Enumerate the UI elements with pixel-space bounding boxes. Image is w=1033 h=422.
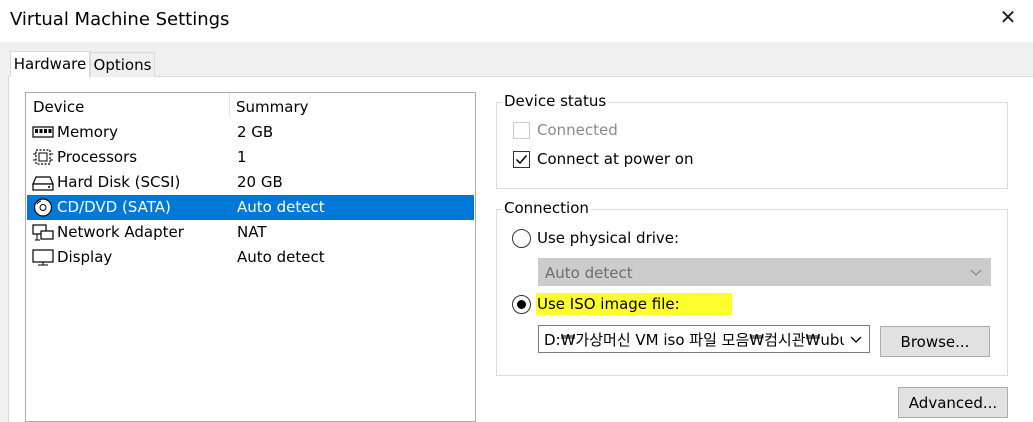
connected-checkbox[interactable] xyxy=(513,122,530,139)
browse-button[interactable]: Browse... xyxy=(880,326,990,357)
device-name: Memory xyxy=(57,123,119,141)
cd-dvd-icon xyxy=(33,198,53,217)
iso-image-label: Use ISO image file: xyxy=(536,293,732,315)
device-summary: 1 xyxy=(237,148,247,166)
radio-dot xyxy=(517,300,526,309)
device-list[interactable]: Device Summary Memory 2 GB Processors 1 … xyxy=(25,92,476,422)
hard-disk-icon xyxy=(32,176,54,191)
device-status-title: Device status xyxy=(502,92,609,110)
device-summary: Auto detect xyxy=(237,248,325,266)
iso-image-radio[interactable] xyxy=(512,295,531,314)
close-icon[interactable]: ✕ xyxy=(996,5,1020,29)
device-row-memory[interactable]: Memory 2 GB xyxy=(27,120,474,145)
physical-drive-label: Use physical drive: xyxy=(537,229,680,247)
device-name: Processors xyxy=(57,148,138,166)
device-name: Display xyxy=(57,248,113,266)
physical-drive-select[interactable]: Auto detect xyxy=(538,258,991,286)
connected-label: Connected xyxy=(537,121,618,139)
physical-drive-value: Auto detect xyxy=(545,264,633,282)
column-divider[interactable] xyxy=(229,93,230,117)
chevron-down-icon xyxy=(970,269,982,276)
tab-hardware[interactable]: Hardware xyxy=(10,51,90,77)
iso-path-select[interactable]: D:₩가상머신 VM iso 파일 모음₩컴시관₩ubu xyxy=(538,325,870,353)
column-header-summary[interactable]: Summary xyxy=(236,93,309,117)
device-summary: 2 GB xyxy=(237,123,274,141)
display-icon xyxy=(32,249,54,266)
connect-at-power-on-label: Connect at power on xyxy=(537,150,694,168)
device-row-hard-disk[interactable]: Hard Disk (SCSI) 20 GB xyxy=(27,170,474,195)
tab-strip-divider xyxy=(8,76,1033,77)
iso-path-value: D:₩가상머신 VM iso 파일 모음₩컴시관₩ubu xyxy=(544,331,844,349)
device-row-cd-dvd[interactable]: CD/DVD (SATA) Auto detect xyxy=(27,195,474,220)
memory-icon xyxy=(32,126,54,138)
device-summary: NAT xyxy=(237,223,267,241)
device-summary: 20 GB xyxy=(237,173,283,191)
physical-drive-radio[interactable] xyxy=(512,229,531,248)
checkmark-icon xyxy=(515,155,528,165)
window-title: Virtual Machine Settings xyxy=(10,9,230,30)
device-row-network-adapter[interactable]: Network Adapter NAT xyxy=(27,220,474,245)
device-row-display[interactable]: Display Auto detect xyxy=(27,245,474,270)
tab-options-label: Options xyxy=(93,56,152,74)
device-name: CD/DVD (SATA) xyxy=(57,198,171,216)
device-status-group xyxy=(496,102,1008,189)
tab-hardware-label: Hardware xyxy=(13,55,87,73)
device-name: Network Adapter xyxy=(57,223,184,241)
device-summary: Auto detect xyxy=(237,198,325,216)
column-header-device[interactable]: Device xyxy=(33,93,84,117)
chevron-down-icon xyxy=(850,336,862,343)
connection-title: Connection xyxy=(502,199,591,217)
tab-options[interactable]: Options xyxy=(90,52,155,77)
device-row-processors[interactable]: Processors 1 xyxy=(27,145,474,170)
device-name: Hard Disk (SCSI) xyxy=(57,173,181,191)
connect-at-power-on-checkbox[interactable] xyxy=(513,151,530,168)
advanced-button[interactable]: Advanced... xyxy=(898,387,1008,418)
processor-icon xyxy=(33,149,53,165)
network-adapter-icon xyxy=(32,224,54,241)
